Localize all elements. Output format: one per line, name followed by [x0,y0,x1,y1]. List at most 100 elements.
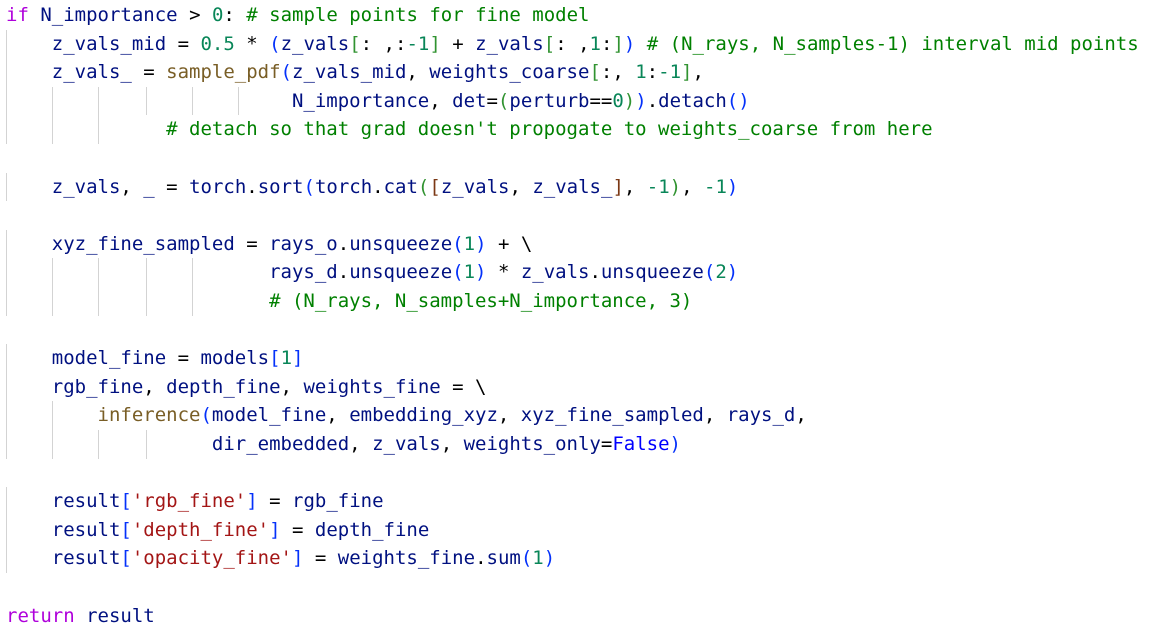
indent-guide [6,515,7,545]
code-token: 1 [463,232,476,255]
code-token: , [440,433,464,455]
code-token: ( [200,404,212,427]
code-token: , [120,175,144,198]
code-token: > [177,4,212,26]
code-line[interactable]: z_vals_mid = 0.5 * (z_vals[: ,:-1] + z_v… [52,30,1139,59]
indent-guide [6,287,7,316]
code-token: z_vals [475,32,544,55]
code-token: , [681,175,705,198]
code-token: ] [612,32,624,55]
code-line[interactable]: model_fine = models[1] [52,344,304,373]
code-token: cat [383,175,418,198]
code-token: , [703,404,727,427]
indent-guide [98,287,99,316]
code-token: ] [246,490,258,513]
code-line[interactable]: xyz_fine_sampled = rays_o.unsqueeze(1) +… [52,230,533,259]
code-token: ) [623,89,636,112]
code-token: unsqueeze [600,261,704,284]
indent-guide [238,86,239,116]
code-token: 0.5 [200,32,235,55]
code-token: ] [429,32,441,55]
code-editor[interactable]: if N_importance > 0: # sample points for… [0,0,1166,631]
code-token: model_fine [211,404,327,427]
code-line[interactable]: dir_embedded, z_vals, weights_only=False… [212,430,681,459]
code-token: rgb_fine [51,375,144,398]
code-token: : , [555,32,590,55]
code-line[interactable]: # (N_rays, N_samples+N_importance, 3) [269,287,692,316]
code-token: ( [280,61,292,84]
code-token: # detach so that grad doesn't propogate … [166,118,933,141]
code-token: + [440,32,476,55]
code-token: * [234,32,270,55]
code-token: [ [349,32,361,55]
code-token: = [166,32,201,55]
code-token: ) [623,32,636,55]
code-token: , [406,61,430,84]
code-token: z_vals_ [532,175,613,198]
code-line[interactable]: rays_d.unsqueeze(1) * z_vals.unsqueeze(2… [269,258,738,287]
code-token: . [337,232,350,255]
indent-guide [6,430,7,459]
code-token: torch [189,175,247,198]
code-token: [ [589,61,601,84]
code-token: det [452,89,487,112]
code-token: , [429,89,453,112]
code-token: unsqueeze [349,232,453,255]
code-line[interactable]: N_importance, det=(perturb==0)).detach() [292,87,750,116]
code-token: rays_d [269,261,338,284]
code-token: N_importance [291,89,430,112]
code-token: unsqueeze [349,261,453,284]
code-token: perturb [509,89,590,112]
indent-guide [6,229,7,259]
code-token: z_vals_mid [292,61,407,84]
code-token: weights_only [463,433,601,455]
indent-guide [6,401,7,430]
code-token: detach [658,89,727,112]
code-token: ( [417,175,430,198]
code-token: rgb_fine [292,490,384,513]
indent-guide [192,287,193,316]
code-token: = [600,433,613,455]
code-line[interactable]: z_vals, _ = torch.sort(torch.cat([z_vals… [52,173,739,202]
indent-guide [6,344,7,373]
code-token: 2 [715,261,727,284]
code-token: , [349,433,373,455]
code-token: -1 [646,175,670,198]
code-token: 'opacity_fine' [131,547,292,570]
code-line[interactable]: return result [6,602,155,631]
code-line[interactable]: z_vals_ = sample_pdf(z_vals_mid, weights… [52,58,704,87]
code-token: weights_fine [303,375,441,398]
code-token: weights_fine [337,547,476,570]
code-token: 'rgb_fine' [131,490,247,513]
code-token: ) [726,261,739,284]
code-token: = [486,89,498,112]
code-line[interactable]: result['depth_fine'] = depth_fine [52,516,430,545]
code-token: : [646,61,659,84]
code-token: depth_fine [314,518,430,541]
code-token: inference [97,404,201,427]
code-line[interactable]: # detach so that grad doesn't propogate … [166,115,932,144]
indent-guide [52,430,53,459]
code-line[interactable]: if N_importance > 0: # sample points for… [6,1,589,30]
code-token: result [51,490,121,513]
code-token: ( [269,32,281,55]
code-line[interactable]: result['opacity_fine'] = weights_fine.su… [52,544,555,573]
code-token: 1 [463,261,476,284]
code-token: = [257,490,293,513]
code-token: # (N_rays, N_samples-1) interval mid poi… [646,32,1139,55]
code-token: : [223,4,247,26]
code-line[interactable]: rgb_fine, depth_fine, weights_fine = \ [52,373,487,402]
code-token: . [372,175,384,198]
code-line[interactable]: inference(model_fine, embedding_xyz, xyz… [98,401,807,430]
code-token: N_importance [40,4,178,26]
indent-guide [98,86,99,116]
code-line[interactable]: result['rgb_fine'] = rgb_fine [52,487,384,516]
indent-guide [6,172,7,202]
indent-guide [98,430,99,459]
code-token: [ [429,175,441,198]
code-token: z_vals_ [51,61,132,84]
code-token: . [337,261,350,284]
code-token: ( [452,232,464,255]
